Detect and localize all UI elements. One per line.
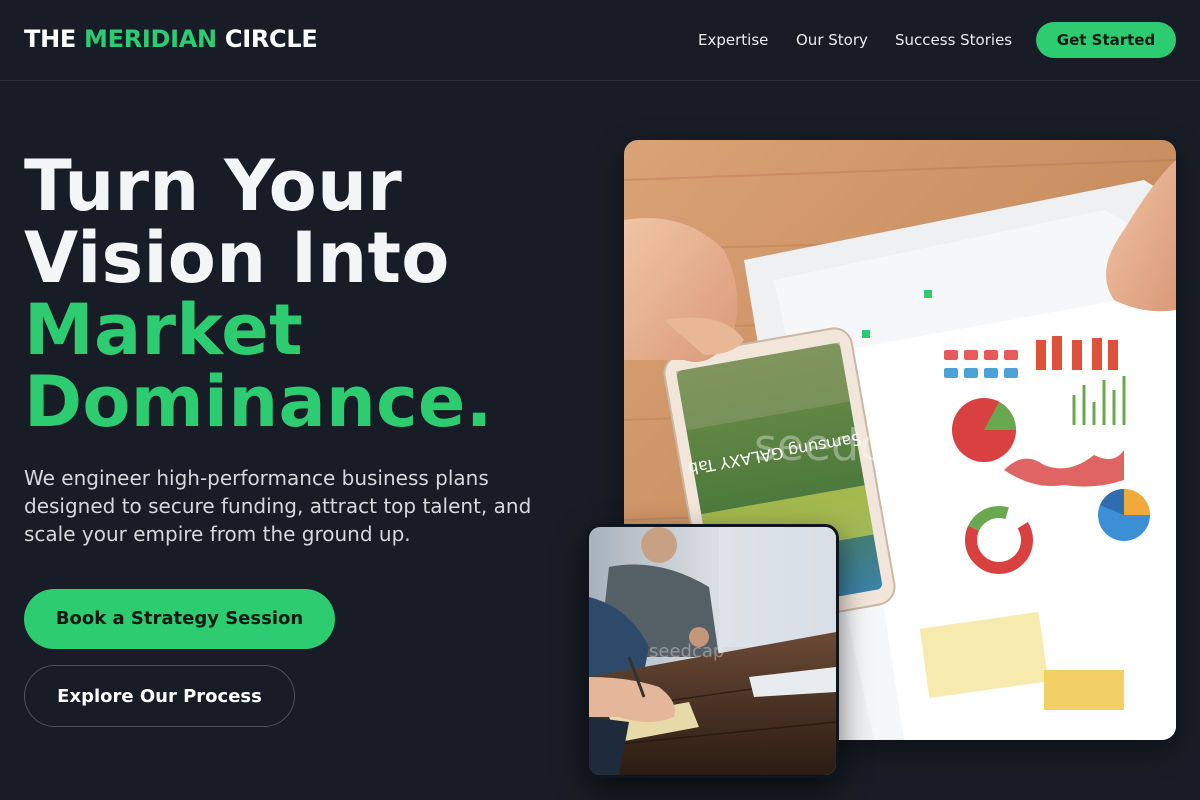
logo-text-start: THE — [24, 25, 85, 53]
headline-line-4: Dominance. — [24, 361, 493, 443]
headline-line-2: Vision Into — [24, 217, 450, 299]
logo-text-accent: MERIDIAN — [84, 25, 217, 53]
image-watermark-small: seedcap — [649, 641, 724, 662]
headline-line-1: Turn Your — [24, 145, 403, 227]
meeting-photo-illustration: seedcap — [589, 527, 836, 775]
image-watermark: seedcap — [754, 420, 938, 471]
headline-line-3: Market — [24, 289, 303, 371]
nav-link-expertise[interactable]: Expertise — [698, 30, 768, 50]
person-head — [641, 527, 677, 563]
hero-headline: Turn Your Vision Into Market Dominance. — [24, 150, 493, 438]
landing-page: THE MERIDIAN CIRCLE Expertise Our Story … — [0, 0, 1200, 800]
top-nav: THE MERIDIAN CIRCLE Expertise Our Story … — [0, 0, 1200, 81]
hero-subtext: We engineer high-performance business pl… — [24, 466, 532, 546]
book-strategy-session-button[interactable]: Book a Strategy Session — [24, 589, 335, 649]
nav-link-success-stories[interactable]: Success Stories — [895, 30, 1012, 50]
brand-logo[interactable]: THE MERIDIAN CIRCLE — [24, 24, 318, 54]
logo-text-end: CIRCLE — [216, 25, 318, 53]
get-started-button[interactable]: Get Started — [1036, 22, 1176, 58]
nav-link-our-story[interactable]: Our Story — [796, 30, 868, 50]
hero-image-team-meeting: seedcap — [586, 524, 839, 778]
explore-process-button[interactable]: Explore Our Process — [24, 665, 295, 727]
